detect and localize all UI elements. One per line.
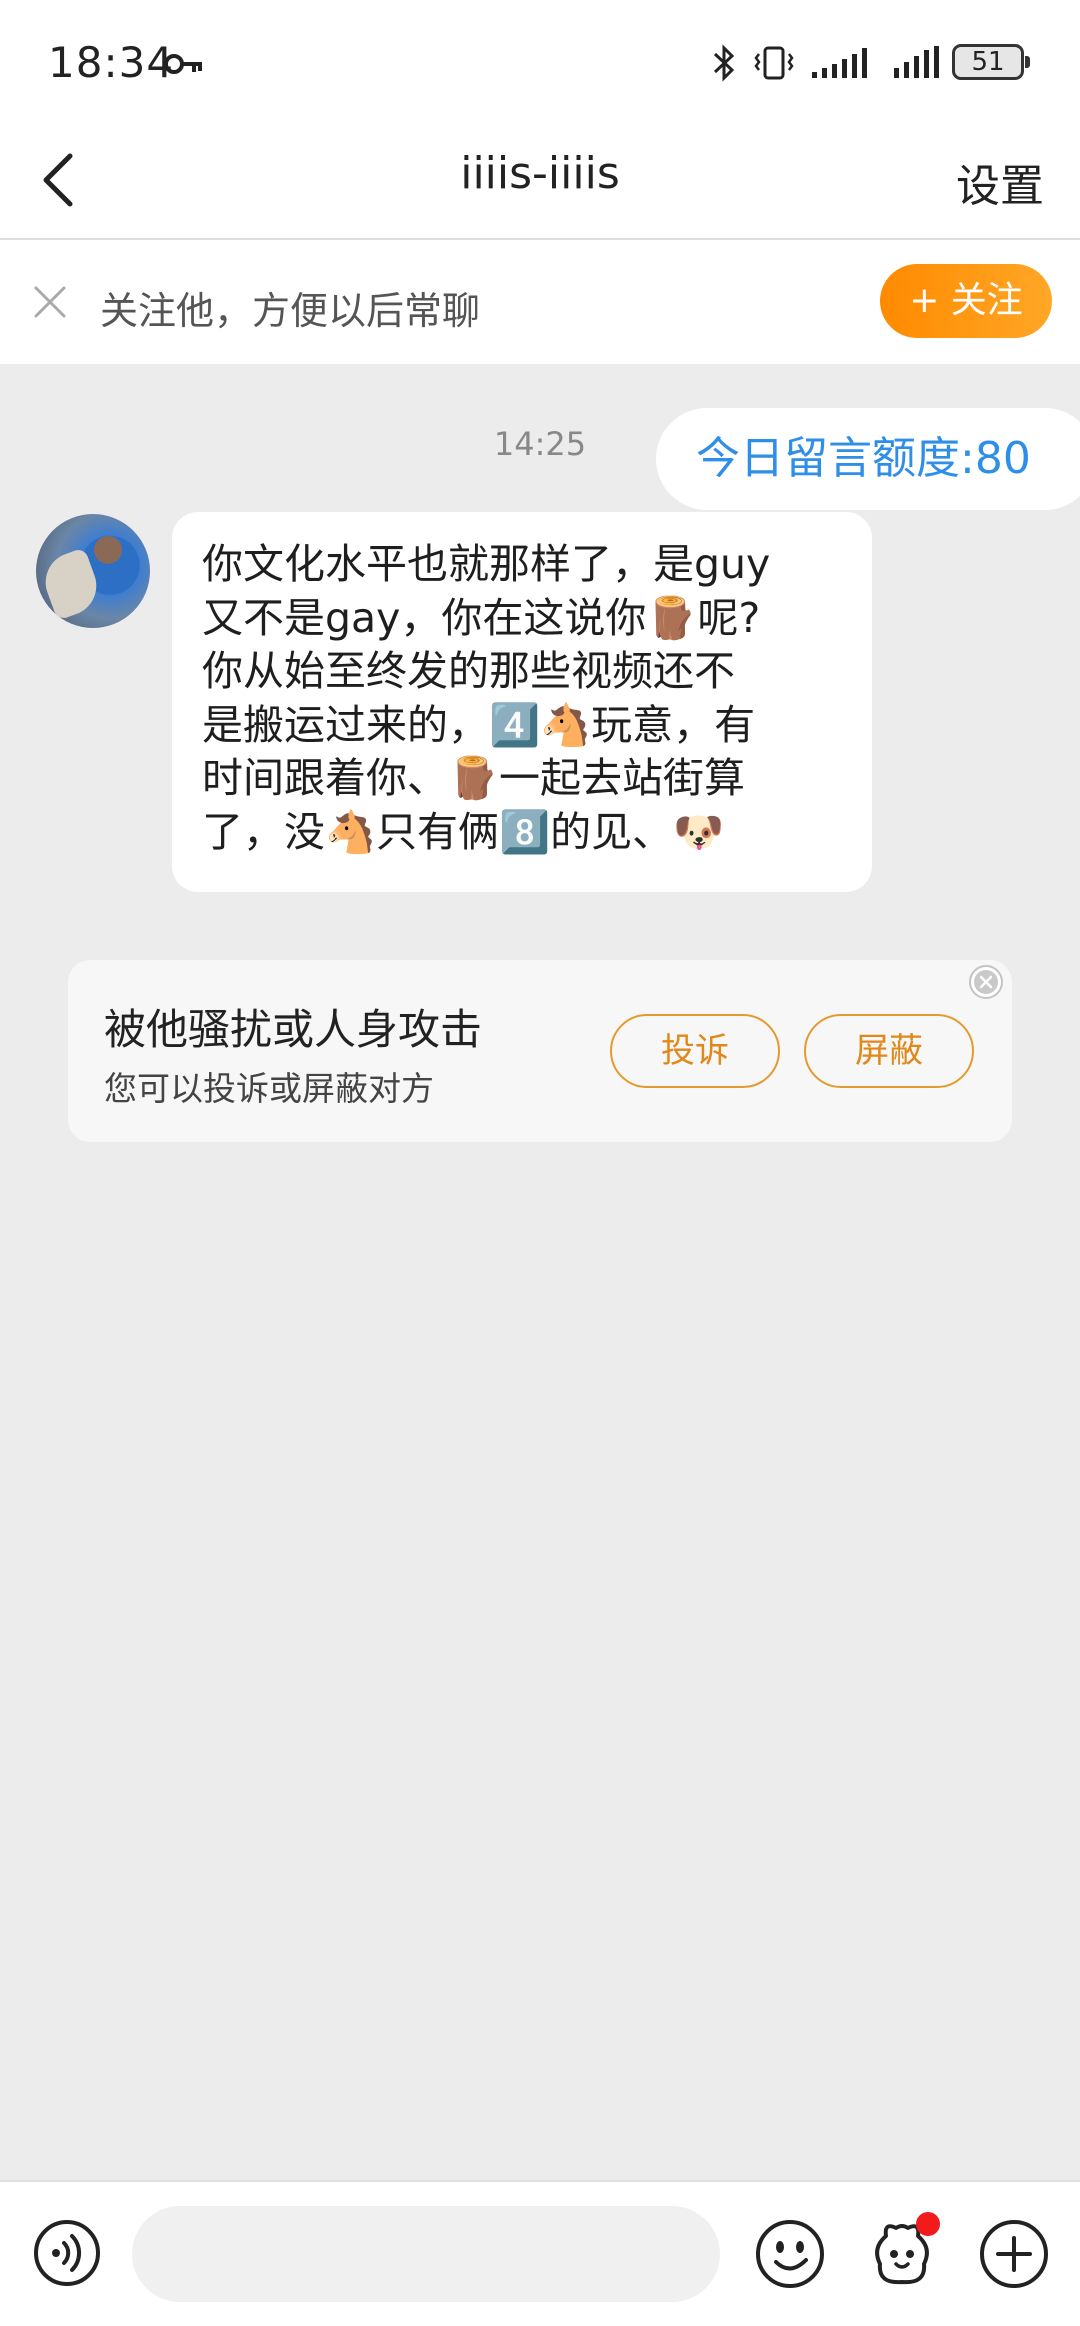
nav-bar: iiiis-iiiis 设置	[0, 120, 1080, 240]
voice-icon[interactable]	[32, 2218, 102, 2288]
follow-banner: 关注他，方便以后常聊 + 关注	[0, 240, 1080, 364]
message-timestamp: 14:25	[493, 425, 587, 463]
close-icon[interactable]	[968, 964, 1004, 1000]
input-bar	[0, 2180, 1080, 2326]
message-line: 时间跟着你、🪵一起去站街算	[202, 754, 746, 802]
incoming-message-bubble[interactable]: 你文化水平也就那样了，是guy 又不是gay，你在这说你🪵呢? 你从始至终发的那…	[172, 512, 872, 892]
status-time: 18:34	[48, 38, 175, 87]
quota-message-bubble: 今日留言额度:80	[656, 408, 1080, 510]
follow-button[interactable]: + 关注	[880, 264, 1052, 338]
block-button[interactable]: 屏蔽	[804, 1014, 974, 1088]
settings-button[interactable]: 设置	[956, 150, 1044, 214]
report-subtitle: 您可以投诉或屏蔽对方	[104, 1069, 434, 1108]
message-line: 了，没🐴只有俩8️⃣的见、🐶	[202, 807, 725, 856]
plus-icon[interactable]	[978, 2218, 1050, 2290]
complain-button[interactable]: 投诉	[610, 1014, 780, 1088]
bluetooth-icon	[713, 44, 735, 82]
report-title: 被他骚扰或人身攻击	[104, 1005, 483, 1054]
message-line: 是搬运过来的，4️⃣🐴玩意，有	[202, 700, 756, 749]
emoji-icon[interactable]	[754, 2218, 826, 2290]
avatar[interactable]	[36, 514, 150, 628]
battery-icon: 51	[952, 44, 1030, 80]
key-icon	[164, 54, 202, 74]
message-input[interactable]	[132, 2206, 720, 2302]
page-title: iiiis-iiiis	[460, 148, 620, 199]
message-line: 你从始至终发的那些视频还不	[202, 647, 735, 695]
follow-prompt-text: 关注他，方便以后常聊	[100, 289, 481, 333]
close-icon[interactable]	[30, 282, 70, 322]
report-card: 被他骚扰或人身攻击 您可以投诉或屏蔽对方 投诉 屏蔽	[68, 960, 1012, 1142]
message-line: 又不是gay，你在这说你🪵呢?	[202, 593, 761, 642]
vibrate-icon	[754, 46, 794, 80]
signal-icon	[812, 48, 867, 78]
message-line: 你文化水平也就那样了，是guy	[202, 540, 771, 588]
status-bar: 18:34 51	[0, 0, 1080, 120]
notification-dot	[916, 2212, 940, 2236]
signal-icon	[894, 46, 939, 78]
